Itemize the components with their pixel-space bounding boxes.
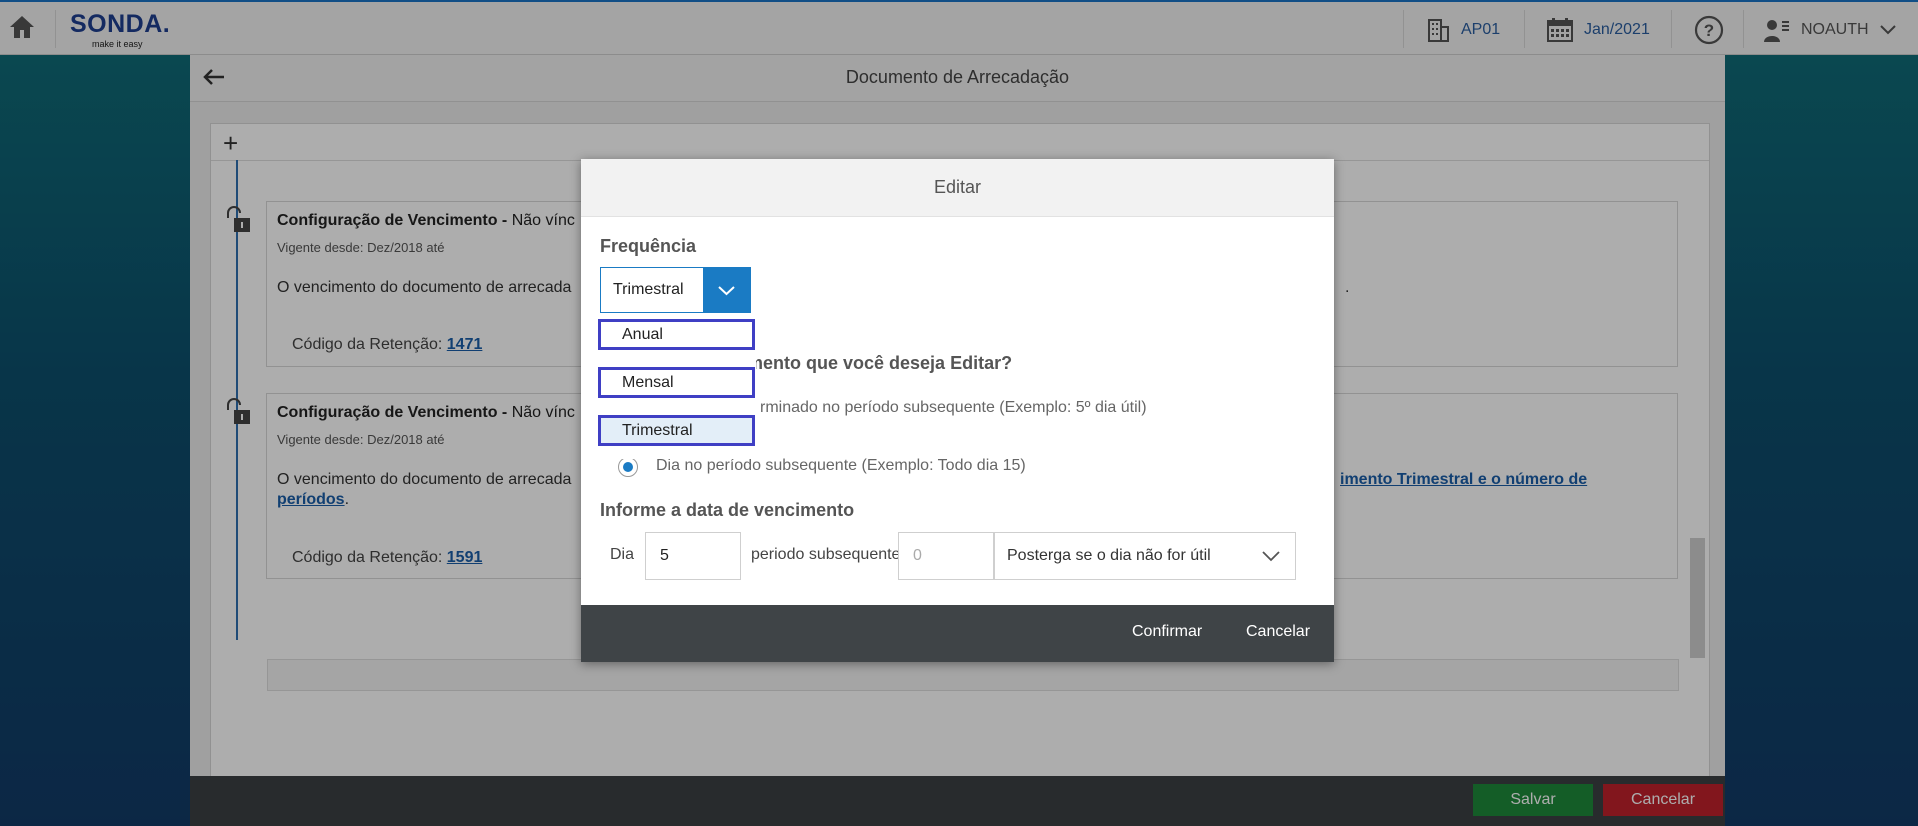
option-anual[interactable]: Anual [598,319,755,350]
frequency-label: Frequência [600,236,697,256]
periodo-input[interactable]: 0 [898,532,994,580]
due-date-row: Dia 5 periodo subsequente 0 Posterga se … [600,532,1314,580]
radio-label: Dia no período subsequente (Exemplo: Tod… [656,457,1026,474]
frequency-value: Trimestral [613,281,684,298]
dia-input[interactable]: 5 [645,532,741,580]
due-date-label: Informe a data de vencimento [600,500,855,520]
modal-cancel-button[interactable]: Cancelar [1246,623,1310,641]
dia-label: Dia [610,546,635,563]
modal-footer: Confirmar Cancelar [581,605,1334,662]
periodo-label: periodo subsequente [751,546,901,563]
modal-title: Editar [933,177,982,197]
confirm-button[interactable]: Confirmar [1132,623,1202,641]
radio-button[interactable] [618,457,638,477]
chevron-down-icon [1262,551,1280,562]
radio-label: rminado no período subsequente (Exemplo:… [760,399,1147,416]
frequency-dropdown-button[interactable] [703,268,750,312]
option-mensal[interactable]: Mensal [598,367,755,398]
option-trimestral[interactable]: Trimestral [598,415,755,446]
frequency-select[interactable]: Trimestral [600,267,751,313]
modal-header: Editar [581,159,1334,217]
edit-modal: Editar Frequência Trimestral mento que v… [581,159,1334,662]
question-text: mento que você deseja Editar? [747,353,1013,373]
posterga-select[interactable]: Posterga se o dia não for útil [994,532,1296,580]
frequency-options-list: Anual Mensal Trimestral [598,319,756,459]
posterga-value: Posterga se o dia não for útil [1007,547,1211,564]
chevron-down-icon [718,286,735,296]
